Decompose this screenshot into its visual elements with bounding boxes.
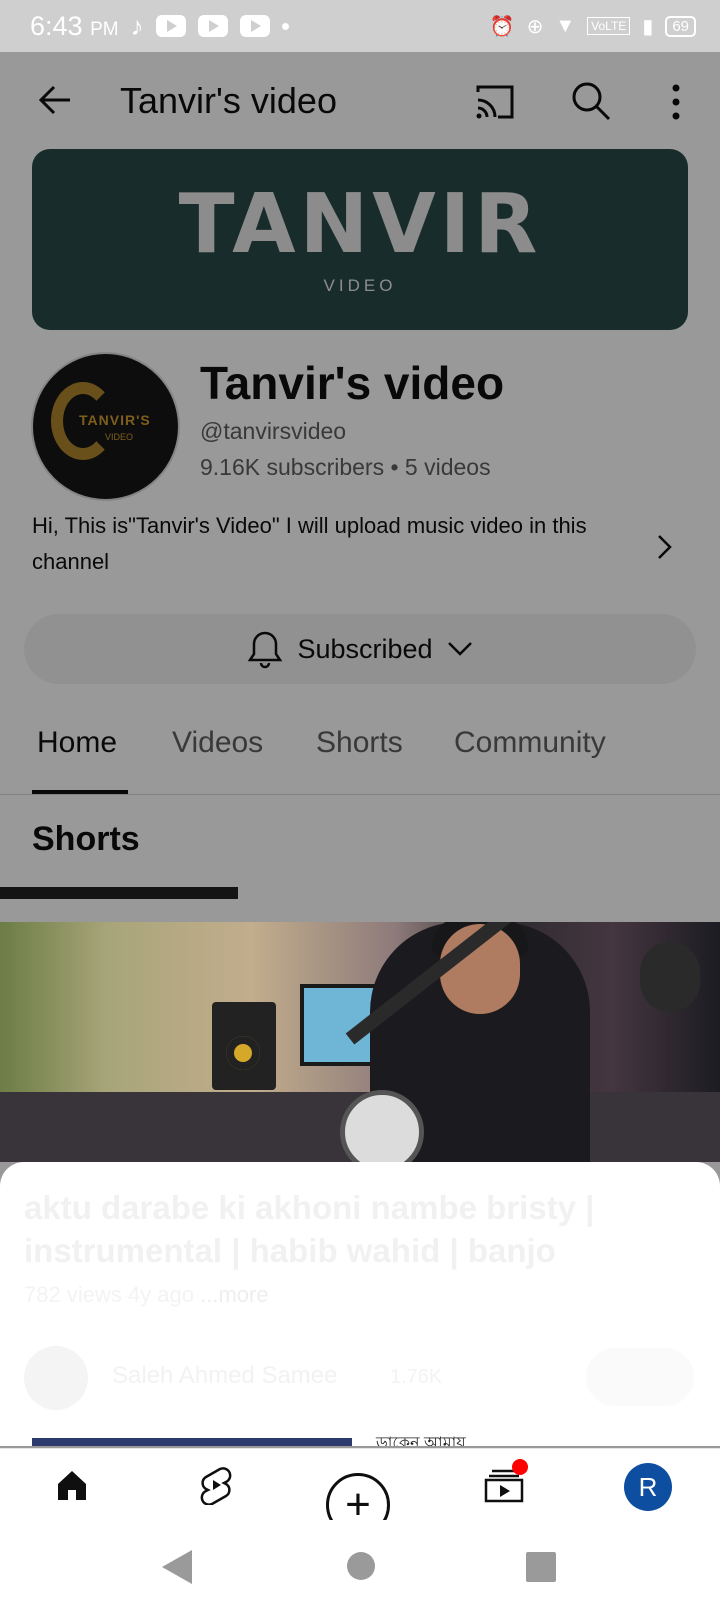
uploader-subscriber-count: 1.76K [390,1366,443,1388]
uploader-avatar[interactable] [24,1346,88,1410]
shorts-thumbnail[interactable] [0,887,238,899]
system-recents-icon[interactable] [526,1552,556,1582]
page-title: Tanvir's video [120,80,337,121]
subscribed-label: Subscribed [297,633,433,664]
video-frame-speaker [212,1002,276,1090]
youtube-notification-icon [155,15,186,37]
notification-dot [512,1459,528,1475]
subscribed-button[interactable]: Subscribed [24,614,696,684]
tab-shorts[interactable]: Shorts [316,726,403,760]
search-icon[interactable] [570,80,612,122]
battery-icon: 69 [665,15,696,37]
banner-subtitle: VIDEO [323,275,397,295]
shorts-icon [200,1467,232,1505]
youtube-notification-icon [197,15,228,37]
cast-icon[interactable] [474,82,516,122]
nav-shorts[interactable] [188,1459,244,1511]
alarm-icon: ⏰ [489,15,515,38]
nav-home[interactable] [44,1459,100,1511]
more-notifications-icon [281,22,289,30]
avatar-logo-subtext: VIDEO [105,432,134,442]
home-icon [58,1471,86,1500]
status-bar: 6:43 PM ♪ ⏰ ⊕ ▼ VoLTE ▮ 69 [0,0,720,52]
uploader-subscribe-button[interactable] [586,1348,694,1406]
channel-avatar[interactable]: TANVIR'S VIDEO [31,352,180,501]
next-video-thumbnail[interactable] [32,1438,352,1446]
volte-icon: VoLTE [587,17,631,35]
tiktok-icon: ♪ [130,10,144,41]
channel-tabs: Home Videos Shorts Community [0,708,720,795]
status-time: 6:43 PM [30,10,119,41]
shorts-section-title: Shorts [32,820,140,858]
top-app-bar: Tanvir's video [0,52,720,152]
avatar-logo-text: TANVIR'S [79,412,151,428]
signal-icon: ▮ [642,15,654,38]
data-saver-icon: ⊕ [526,15,544,38]
more-options-icon[interactable] [668,82,684,122]
channel-banner: TANVIR VIDEO [32,149,688,330]
system-back-icon[interactable] [162,1550,192,1584]
channel-description[interactable]: Hi, This is"Tanvir's Video" I will uploa… [32,508,612,580]
video-views-age: 782 views 4y ago [24,1282,194,1307]
chevron-down-icon [447,642,472,656]
more-link[interactable]: ...more [200,1282,268,1307]
video-frame-microphone [640,942,700,1012]
next-video-title[interactable]: ডাকেন আমায় [376,1430,466,1446]
channel-stats: 9.16K subscribers • 5 videos [200,454,491,480]
active-tab-indicator [32,790,128,794]
system-home-icon[interactable] [347,1552,375,1580]
uploader-name[interactable]: Saleh Ahmed Samee [112,1362,337,1390]
system-navigation-bar [0,1520,720,1612]
bottom-navigation: + R [0,1448,720,1537]
wifi-icon: ▼ [555,14,576,37]
channel-name: Tanvir's video [200,357,505,409]
youtube-notification-icon [239,15,270,37]
tab-home[interactable]: Home [37,726,117,760]
chevron-right-icon[interactable] [654,532,676,562]
channel-handle: @tanvirsvideo [200,418,347,444]
bell-icon [248,631,283,669]
account-avatar[interactable]: R [624,1463,672,1511]
video-info-sheet: aktu darabe ki akhoni nambe bristy | ins… [0,1162,720,1446]
video-meta: 782 views 4y ago ...more [24,1282,269,1308]
back-arrow-icon[interactable] [34,78,78,122]
video-player[interactable] [0,922,720,1162]
tab-videos[interactable]: Videos [172,726,263,760]
tab-community[interactable]: Community [454,726,606,760]
video-title[interactable]: aktu darabe ki akhoni nambe bristy | ins… [24,1186,684,1272]
banner-logo: TANVIR [178,176,542,272]
